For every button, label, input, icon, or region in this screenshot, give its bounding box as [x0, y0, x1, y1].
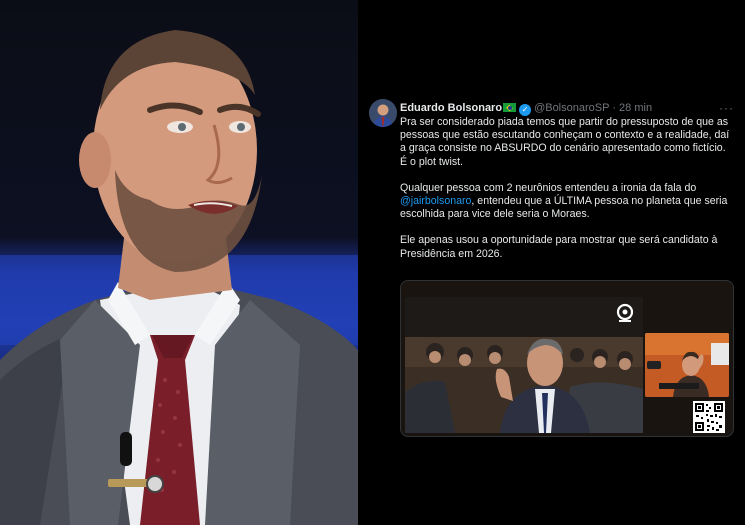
- tweet-card[interactable]: Eduardo Bolsonaro ✓ @BolsonaroSP · 28 min …: [366, 93, 738, 437]
- paragraph-text: Qualquer pessoa com 2 neurônios entendeu…: [400, 181, 697, 194]
- tweet-paragraph: Ele apenas usou a oportunidade para most…: [400, 234, 718, 260]
- separator-dot: ·: [612, 102, 616, 114]
- speaker-photo: [0, 0, 358, 525]
- tweet-timestamp[interactable]: 28 min: [619, 102, 652, 114]
- more-options-icon[interactable]: ···: [719, 100, 734, 116]
- tweet-media-video[interactable]: [400, 280, 734, 437]
- tweet-text: Pra ser considerado piada temos que part…: [400, 116, 730, 274]
- mention-link[interactable]: @jairbolsonaro: [400, 195, 471, 207]
- qr-code-icon: [693, 401, 725, 433]
- video-frame: [405, 297, 643, 433]
- brazil-flag-icon: [503, 103, 517, 112]
- tv-channel-logo-icon: [615, 303, 635, 323]
- tweet-header: Eduardo Bolsonaro ✓ @BolsonaroSP · 28 min …: [400, 100, 734, 116]
- speaker-illustration: [0, 30, 358, 525]
- tweet-paragraph: Pra ser considerado piada temos que part…: [400, 116, 730, 168]
- author-handle[interactable]: @BolsonaroSP: [534, 102, 609, 114]
- verified-badge-icon: ✓: [519, 104, 532, 116]
- avatar-icon: [369, 99, 397, 127]
- tweet-panel: Eduardo Bolsonaro ✓ @BolsonaroSP · 28 min …: [360, 0, 745, 525]
- author-avatar[interactable]: [369, 99, 397, 127]
- tweet-paragraph: Qualquer pessoa com 2 neurônios entendeu…: [400, 182, 730, 222]
- video-inset-panel: [645, 333, 729, 397]
- video-thumbnail: [405, 297, 643, 433]
- author-name[interactable]: Eduardo Bolsonaro: [400, 102, 502, 114]
